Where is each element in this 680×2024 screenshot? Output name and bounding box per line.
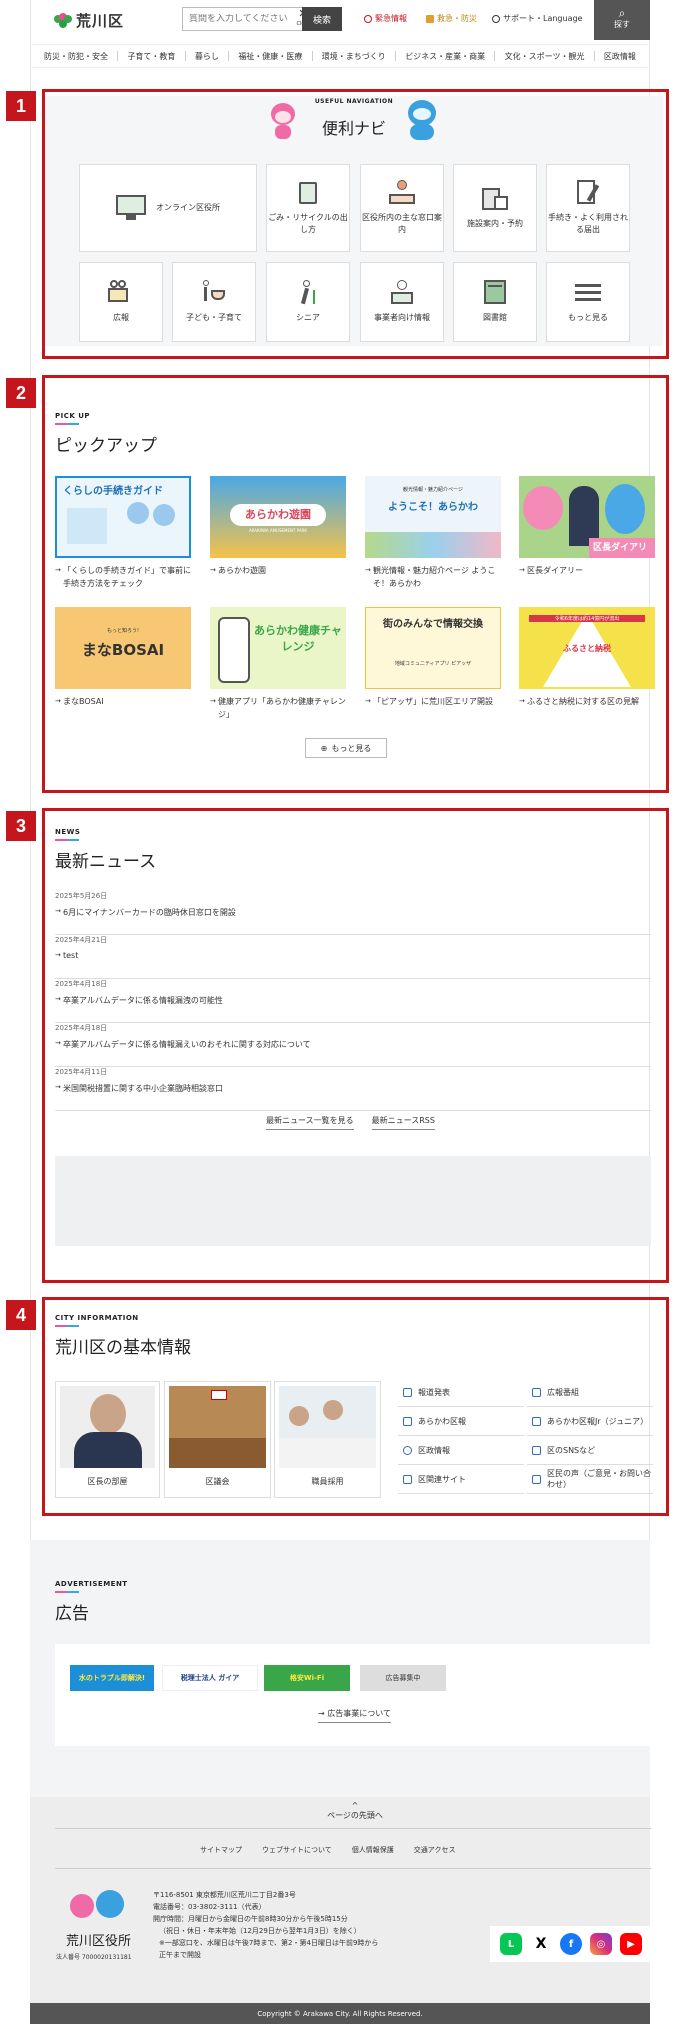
footer-link[interactable]: ウェブサイトについて [262,1845,332,1855]
annotation-number: 4 [6,1300,36,1330]
footer-divider [55,1868,651,1869]
support-label: サポート・Language [503,14,583,23]
ad-banner[interactable]: 水のトラブル即解決! [70,1665,154,1691]
footer-corp-number: 法人番号 7000020131181 [56,1954,132,1961]
site-header: 荒川区 ✕Clear 検索 緊急情報 救急・防災 サポート・Language ⌕… [30,0,650,40]
footer-hours: （祝日・休日・年末年始（12月29日から翌年1月3日）を除く） [159,1927,361,1935]
emergency-label: 緊急情報 [375,14,407,23]
ad-heading-en: ADVERTISEMENT [55,1580,128,1588]
disaster-icon [426,14,434,23]
ad-banner[interactable]: 格安Wi-Fi [264,1665,350,1691]
footer-office-name: 荒川区役所 [66,1934,132,1949]
search-input[interactable] [183,14,293,24]
gnav-item[interactable]: 子育て・教育 [127,51,175,62]
search-button[interactable]: 検索 [302,7,342,31]
global-nav: 防災・防犯・安全 子育て・教育 暮らし 福祉・健康・医療 環境・まちづくり ビジ… [30,44,650,68]
x-icon[interactable]: X [530,1933,552,1955]
ad-heading-jp: 広告 [55,1604,89,1624]
arrow-right-icon: → [318,1709,328,1718]
annotation-box-3 [42,808,669,1283]
chevron-up-icon: ^ [351,1801,359,1810]
find-label: 探す [614,20,630,29]
gnav-item[interactable]: 区政情報 [604,51,636,62]
ad-box [55,1644,651,1746]
footer-link[interactable]: 交通アクセス [414,1845,456,1855]
footer-address: 〒116-8501 東京都荒川区荒川二丁目2番3号 [153,1891,296,1899]
footer-hours: 正午まで開設 [159,1951,201,1959]
ad-banner[interactable]: 広告募集中 [360,1665,446,1691]
copyright: Copyright © Arakawa City. All Rights Res… [30,2003,650,2024]
footer-hours: 開庁時間：月曜日から金曜日の午前8時30分から午後5時15分 [153,1915,348,1923]
youtube-icon[interactable]: ▶ [620,1933,642,1955]
page-top-link[interactable]: ^ ページの先頭へ [290,1802,420,1821]
annotation-number: 1 [6,91,36,121]
find-menu-button[interactable]: ⌕ 探す [594,0,650,40]
gnav-item[interactable]: 環境・まちづくり [322,51,386,62]
search-box: ✕Clear 検索 [182,7,342,31]
gnav-item[interactable]: 福祉・健康・医療 [238,51,302,62]
ad-heading: ADVERTISEMENT 広告 [55,1580,128,1624]
line-icon[interactable]: L [500,1933,522,1955]
annotation-box-1 [42,89,669,359]
support-link[interactable]: サポート・Language [492,13,582,24]
annotation-number: 3 [6,811,36,841]
footer-link[interactable]: 個人情報保護 [352,1845,394,1855]
footer-address-block: 〒116-8501 東京都荒川区荒川二丁目2番3号 電話番号：03-3802-3… [153,1889,378,1961]
footer-mascots-icon [66,1890,126,1926]
alert-icon [364,14,372,23]
facebook-icon[interactable]: f [560,1933,582,1955]
gnav-item[interactable]: 文化・スポーツ・観光 [505,51,585,62]
annotation-number: 2 [6,378,36,408]
instagram-icon[interactable]: ◎ [590,1933,612,1955]
disaster-label: 救急・防災 [437,14,477,23]
ad-about-link[interactable]: → 広告事業について [318,1708,392,1723]
search-icon: ⌕ [618,6,626,20]
site-logo[interactable]: 荒川区 [54,10,124,31]
footer-links: サイトマップ ウェブサイトについて 個人情報保護 交通アクセス [200,1845,455,1855]
footer-link[interactable]: サイトマップ [200,1845,242,1855]
footer-divider [55,1828,651,1829]
disaster-link[interactable]: 救急・防災 [426,13,477,24]
heading-accent-line [55,1591,79,1593]
footer-tel: 電話番号：03-3802-3111（代表） [153,1903,266,1911]
annotation-box-2 [42,375,669,793]
gnav-item[interactable]: 防災・防犯・安全 [44,51,108,62]
page-top-label: ページの先頭へ [327,1811,383,1820]
ad-banner[interactable]: 税理士法人 ガイア [162,1665,258,1691]
footer-hours: ※一部窓口を、水曜日は午後7時まで、第2・第4日曜日は午前9時から [159,1939,379,1947]
gnav-item[interactable]: ビジネス・産業・商業 [405,51,485,62]
gnav-item[interactable]: 暮らし [195,51,219,62]
gear-icon [492,14,500,23]
annotation-box-4 [42,1297,669,1516]
ad-about-label: 広告事業について [327,1709,392,1718]
emergency-link[interactable]: 緊急情報 [364,13,407,24]
city-emblem-icon [54,12,72,29]
site-logo-text: 荒川区 [76,12,125,30]
